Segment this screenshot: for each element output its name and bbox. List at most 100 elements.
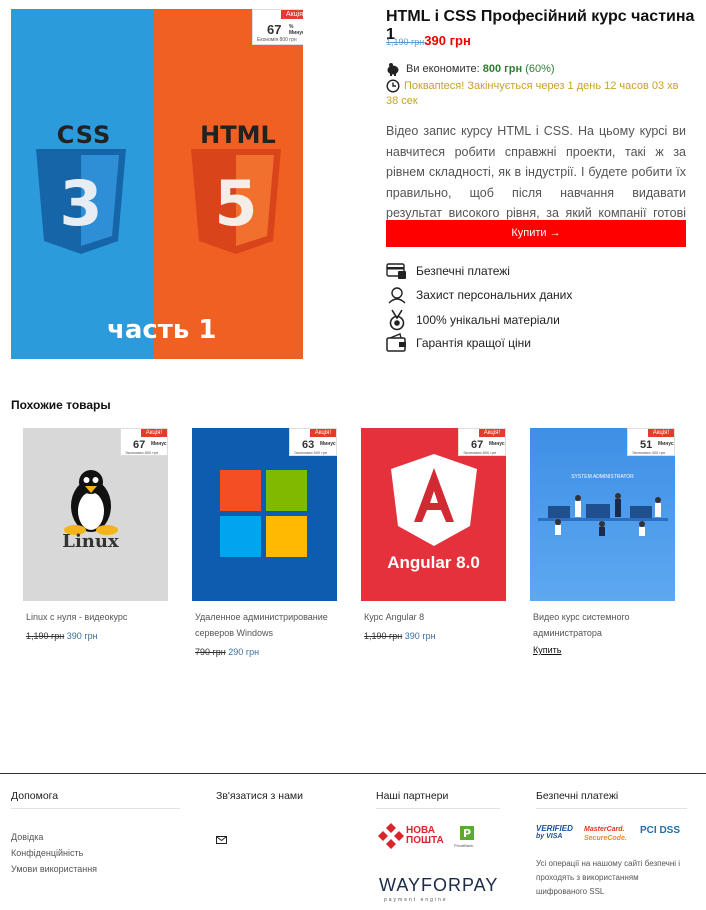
footer-partners: Наші партнери НОВА ПОШТА P PrivatBank WA… bbox=[376, 790, 500, 910]
feature-label: Безпечні платежі bbox=[416, 264, 510, 278]
data-protection-icon bbox=[388, 287, 406, 304]
promo-percent: 67 bbox=[267, 22, 282, 37]
promo-badge: Акція! 67 Минус Экономия 800 грн bbox=[120, 428, 168, 456]
tux-penguin-icon bbox=[64, 470, 118, 535]
old-price: 790 грн bbox=[195, 647, 226, 657]
html5-digit: 5 bbox=[214, 167, 257, 240]
related-card-name[interactable]: Linux с нуля - видеокурс bbox=[23, 609, 168, 625]
related-card[interactable]: SYSTEM ADMINISTRATOR Акція! 51 Минус Эко… bbox=[530, 428, 675, 655]
related-card-prices: 790 грн 290 грн bbox=[192, 647, 337, 657]
office-illustration-icon bbox=[538, 493, 668, 536]
footer-link-terms[interactable]: Умови використання bbox=[11, 861, 180, 877]
promo-save: Экономия 800 грн bbox=[463, 450, 497, 455]
related-card-prices: 1,190 грн 390 грн bbox=[361, 631, 506, 641]
related-card[interactable]: Linux Акція! 67 Минус Экономия 800 грн L… bbox=[23, 428, 168, 641]
footer-link-help[interactable]: Довідка bbox=[11, 829, 180, 845]
promo-percent-label: Минус bbox=[658, 441, 674, 447]
html-word: HTML bbox=[200, 121, 276, 149]
feature-best-price: Гарантія кращої ціни bbox=[386, 333, 531, 353]
pci-dss-logo: PCI DSS bbox=[640, 825, 681, 836]
promo-badge: Акція! 63 Минус Экономия 500 грн bbox=[289, 428, 337, 456]
linux-wordmark: Linux bbox=[62, 531, 119, 552]
promo-percent-label: Минус bbox=[489, 441, 505, 447]
angular-shield-icon bbox=[391, 454, 477, 546]
html5-shield-icon: 5 bbox=[191, 149, 281, 254]
new-price: 390 грн bbox=[66, 631, 98, 641]
new-price: 390 грн bbox=[424, 33, 471, 48]
windows-logo-icon bbox=[220, 470, 307, 557]
promo-tag: Акція! bbox=[647, 429, 674, 437]
promo-save: Економія 800 грн bbox=[257, 37, 297, 43]
promo-badge: Акція! 67 % Минус Економія 800 грн bbox=[252, 9, 303, 45]
promo-badge: Акція! 67 Минус Экономия 800 грн bbox=[458, 428, 506, 456]
verified-by-visa-logo: VERIFIED by VISA bbox=[536, 824, 573, 841]
related-card[interactable]: Angular 8.0 Акція! 67 Минус Экономия 800… bbox=[361, 428, 506, 641]
related-card-name[interactable]: Видео курс системного администратора bbox=[530, 609, 675, 641]
image-caption: часть 1 bbox=[107, 315, 217, 345]
privatbank-logo: PrivatBank bbox=[454, 843, 474, 848]
wallet-icon bbox=[386, 333, 406, 352]
feature-unique-materials: 100% унікальні матеріали bbox=[386, 309, 560, 331]
savings-row: Ви економите: 800 грн (60%) bbox=[386, 62, 555, 76]
new-price: 390 грн bbox=[404, 631, 436, 641]
product-image[interactable]: CSS HTML 3 5 часть 1 Акція! 67 % Минус Е… bbox=[11, 9, 303, 359]
promo-percent-label: Минус bbox=[151, 441, 167, 447]
footer-divider bbox=[0, 773, 706, 774]
footer-partners-title: Наші партнери bbox=[376, 790, 500, 809]
old-price: 1,190 грн bbox=[386, 37, 425, 47]
svg-text:P: P bbox=[463, 827, 471, 840]
footer-help: Допомога Довідка Конфіденційність Умови … bbox=[11, 790, 180, 877]
promo-tag: Акція! bbox=[478, 429, 505, 437]
partner-logos: НОВА ПОШТА P PrivatBank WAYFORPAY paymen… bbox=[376, 809, 500, 910]
promo-tag: Акція! bbox=[140, 429, 167, 437]
sysadmin-caption: SYSTEM ADMINISTRATOR bbox=[571, 474, 634, 480]
related-card-name[interactable]: Удаленное администрирование серверов Win… bbox=[192, 609, 337, 641]
feature-data-protection: Захист персональних даних bbox=[386, 286, 572, 304]
angular-wordmark: Angular 8.0 bbox=[387, 553, 480, 572]
savings-amount: 800 грн bbox=[482, 63, 523, 75]
footer-contact-title: Зв'язатися з нами bbox=[216, 790, 304, 802]
savings-label: Ви економите: bbox=[406, 63, 480, 75]
medal-icon bbox=[389, 309, 405, 331]
feature-label: Гарантія кращої ціни bbox=[416, 336, 532, 350]
buy-button[interactable]: Купити → bbox=[386, 220, 686, 247]
related-card-prices: 1,190 грн 390 грн bbox=[23, 631, 168, 641]
wayforpay-logo: WAYFORPAY bbox=[379, 875, 499, 895]
price-row: 1,190 грн390 грн bbox=[386, 32, 471, 50]
related-card-image[interactable]: Linux Акція! 67 Минус Экономия 800 грн bbox=[23, 428, 168, 601]
promo-tag: Акція! bbox=[280, 10, 303, 19]
old-price: 1,190 грн bbox=[364, 631, 403, 641]
promo-save: Экономия 500 грн bbox=[294, 450, 328, 455]
nova-poshta-logo-icon bbox=[378, 823, 404, 849]
feature-secure-payments: Безпечні платежі bbox=[386, 262, 510, 280]
footer-link-privacy[interactable]: Конфіденційність bbox=[11, 845, 180, 861]
footer-payments-title: Безпечні платежі bbox=[536, 790, 687, 809]
related-card-image[interactable]: SYSTEM ADMINISTRATOR Акція! 51 Минус Эко… bbox=[530, 428, 675, 601]
promo-save: Экономия 800 грн bbox=[125, 450, 159, 455]
old-price: 1,190 грн bbox=[26, 631, 65, 641]
css-word: CSS bbox=[56, 121, 112, 149]
promo-badge: Акція! 51 Минус Экономия 400 грн bbox=[627, 428, 675, 456]
css3-shield-icon: 3 bbox=[36, 149, 126, 254]
feature-label: Захист персональних даних bbox=[416, 288, 573, 302]
secure-payment-icon bbox=[386, 263, 406, 279]
promo-tag: Акція! bbox=[309, 429, 336, 437]
payment-logos: VERIFIED by VISA MasterCard. SecureCode.… bbox=[536, 823, 687, 857]
related-card-buy-link[interactable]: Купить bbox=[530, 645, 675, 655]
piggy-bank-icon bbox=[387, 63, 399, 76]
promo-percent-label: Минус bbox=[320, 441, 336, 447]
mastercard-securecode-logo: MasterCard. SecureCode. bbox=[584, 826, 627, 842]
related-card-name[interactable]: Курс Angular 8 bbox=[361, 609, 506, 625]
footer-help-title: Допомога bbox=[11, 790, 180, 809]
promo-percent-label: % Минус bbox=[289, 24, 303, 36]
mail-icon[interactable] bbox=[216, 836, 227, 844]
feature-label: 100% унікальні матеріали bbox=[416, 313, 560, 327]
related-card-image[interactable]: Angular 8.0 Акція! 67 Минус Экономия 800… bbox=[361, 428, 506, 601]
clock-icon bbox=[386, 79, 400, 93]
wayforpay-tagline: payment engine bbox=[384, 897, 448, 903]
related-card[interactable]: Акція! 63 Минус Экономия 500 грн Удаленн… bbox=[192, 428, 337, 657]
nova-poshta-logo: НОВА ПОШТА bbox=[406, 825, 444, 846]
promo-save: Экономия 400 грн bbox=[632, 450, 666, 455]
related-card-image[interactable]: Акція! 63 Минус Экономия 500 грн bbox=[192, 428, 337, 601]
new-price: 290 грн bbox=[228, 647, 260, 657]
